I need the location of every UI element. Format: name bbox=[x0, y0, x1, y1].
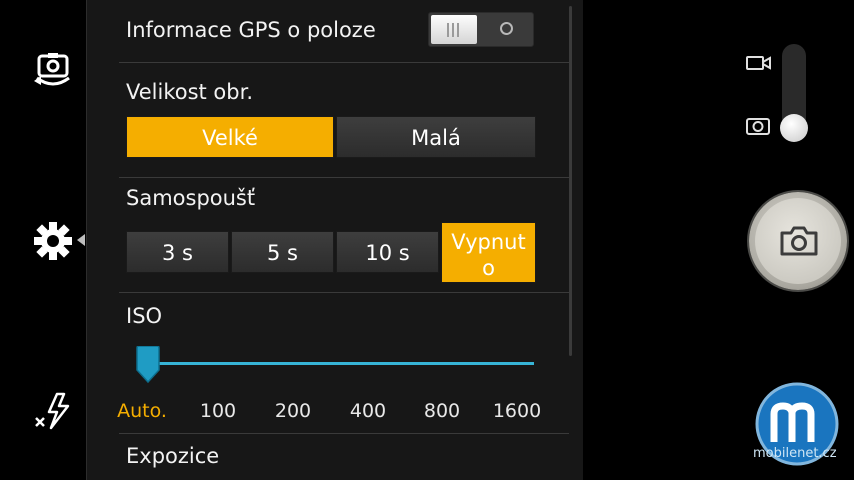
iso-400-label[interactable]: 400 bbox=[350, 400, 386, 422]
switch-camera-icon[interactable] bbox=[30, 48, 76, 94]
self-timer-off-button[interactable]: Vypnut o bbox=[441, 222, 536, 283]
divider bbox=[119, 177, 569, 178]
mode-switch-thumb[interactable] bbox=[780, 114, 808, 142]
self-timer-5s-button[interactable]: 5 s bbox=[231, 231, 334, 273]
camera-icon bbox=[780, 226, 818, 256]
watermark-text: mobilenet.cz bbox=[753, 446, 837, 461]
image-size-label: Velikost obr. bbox=[126, 80, 253, 104]
settings-panel: Informace GPS o poloze Velikost obr. Vel… bbox=[86, 0, 584, 480]
iso-800-label[interactable]: 800 bbox=[424, 400, 460, 422]
iso-slider-thumb[interactable] bbox=[135, 346, 161, 384]
iso-slider-track[interactable] bbox=[147, 362, 534, 365]
iso-auto-label[interactable]: Auto. bbox=[117, 400, 167, 422]
self-timer-3s-button[interactable]: 3 s bbox=[126, 231, 229, 273]
still-camera-icon[interactable] bbox=[745, 115, 773, 137]
iso-100-label[interactable]: 100 bbox=[200, 400, 236, 422]
scroll-indicator[interactable] bbox=[569, 6, 572, 356]
gps-toggle[interactable] bbox=[428, 12, 534, 47]
toggle-knob bbox=[431, 15, 477, 44]
video-camera-icon[interactable] bbox=[745, 52, 773, 74]
self-timer-10s-button[interactable]: 10 s bbox=[336, 231, 439, 273]
self-timer-label: Samospoušť bbox=[126, 186, 256, 210]
divider bbox=[119, 433, 569, 434]
exposure-label: Expozice bbox=[126, 444, 220, 468]
toggle-off-icon bbox=[500, 22, 513, 35]
divider bbox=[119, 292, 569, 293]
iso-1600-label[interactable]: 1600 bbox=[493, 400, 541, 422]
shutter-button[interactable] bbox=[749, 192, 847, 290]
flash-off-icon[interactable] bbox=[30, 388, 76, 434]
settings-gear-icon[interactable] bbox=[30, 218, 76, 264]
shutter-inner bbox=[755, 198, 841, 284]
image-size-large-button[interactable]: Velké bbox=[126, 116, 334, 158]
left-toolbar bbox=[0, 0, 85, 480]
divider bbox=[119, 62, 569, 63]
image-size-small-button[interactable]: Malá bbox=[336, 116, 536, 158]
iso-200-label[interactable]: 200 bbox=[275, 400, 311, 422]
iso-label: ISO bbox=[126, 304, 163, 328]
selection-pointer-icon bbox=[77, 234, 85, 246]
gps-label: Informace GPS o poloze bbox=[126, 18, 376, 42]
